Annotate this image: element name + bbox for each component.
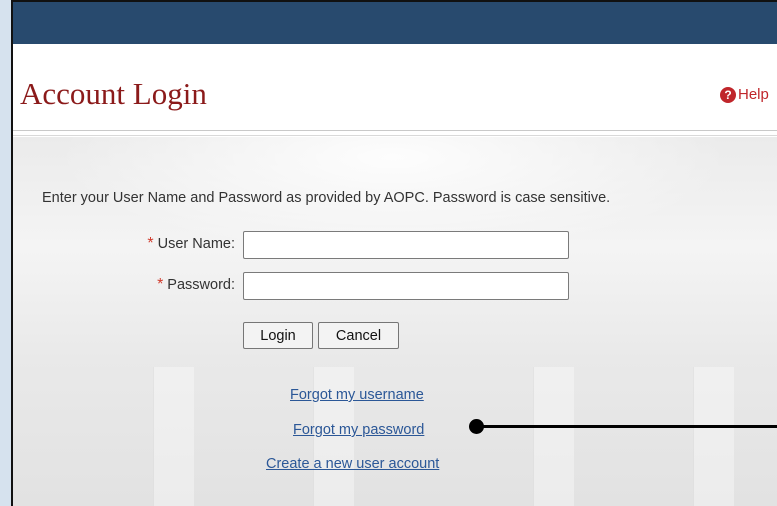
username-label: User Name: — [157, 236, 235, 252]
required-marker: * — [157, 276, 164, 293]
password-label: Password: — [167, 277, 235, 293]
login-instructions: Enter your User Name and Password as pro… — [42, 190, 611, 206]
username-row: * User Name: — [109, 235, 235, 253]
required-marker: * — [147, 235, 154, 252]
help-link[interactable]: ? Help — [720, 86, 769, 103]
create-account-link[interactable]: Create a new user account — [266, 456, 439, 472]
login-button[interactable]: Login — [243, 322, 313, 349]
forgot-password-link[interactable]: Forgot my password — [293, 422, 424, 438]
header-divider — [13, 130, 777, 131]
callout-pointer-line — [480, 425, 777, 428]
question-circle-icon: ? — [720, 86, 736, 103]
header-divider-secondary — [13, 135, 777, 136]
forgot-username-link[interactable]: Forgot my username — [290, 387, 424, 403]
browser-page: Account Login ? Help Enter your User Nam… — [11, 0, 777, 506]
page-title: Account Login — [20, 76, 207, 111]
top-banner — [13, 2, 777, 44]
cancel-button[interactable]: Cancel — [318, 322, 399, 349]
password-row: * Password: — [109, 276, 235, 294]
username-input[interactable] — [243, 231, 569, 259]
help-label: Help — [738, 86, 769, 103]
password-input[interactable] — [243, 272, 569, 300]
